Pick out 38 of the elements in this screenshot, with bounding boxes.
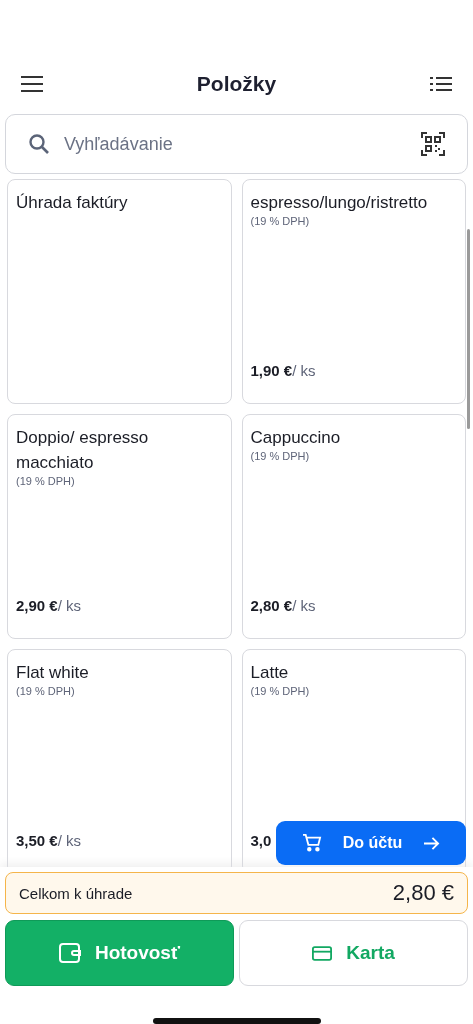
- product-card[interactable]: Cappuccino (19 % DPH) 2,80 €/ ks: [241, 414, 466, 639]
- product-price: 2,80 €: [250, 597, 293, 614]
- cart-icon: [302, 834, 322, 852]
- product-name: Flat white: [16, 662, 90, 684]
- product-name: Doppio/ espresso macchiato: [16, 427, 150, 474]
- vat-note: (19 % DPH): [16, 685, 76, 697]
- product-card[interactable]: Doppio/ espresso macchiato (19 % DPH) 2,90 €/ ks: [7, 414, 232, 639]
- vat-note: (19 % DPH): [16, 475, 76, 487]
- page-title: Položky: [196, 72, 277, 96]
- unit-label: / ks: [292, 362, 316, 379]
- cart-button[interactable]: Do účtu: [276, 821, 466, 865]
- product-price: 2,90 €: [16, 597, 58, 614]
- product-price: 1,90 €: [250, 362, 293, 379]
- vat-note: (19 % DPH): [250, 215, 311, 227]
- menu-icon[interactable]: [21, 76, 43, 92]
- product-name: Latte: [250, 662, 290, 684]
- unit-label: / ks: [292, 597, 316, 614]
- list-view-icon[interactable]: [430, 77, 452, 91]
- vat-note: (19 % DPH): [250, 450, 311, 462]
- product-price: 3,0: [250, 832, 272, 849]
- qr-code-icon[interactable]: [421, 132, 445, 156]
- credit-card-icon: [312, 945, 333, 961]
- product-card[interactable]: Úhrada faktúry: [7, 179, 232, 404]
- product-price: 3,50 €: [16, 832, 58, 849]
- search-field[interactable]: Vyhľadávanie: [5, 114, 468, 174]
- arrow-right-icon: [423, 835, 440, 851]
- total-label: Celkom k úhrade: [19, 884, 133, 902]
- vat-note: (19 % DPH): [250, 685, 311, 697]
- product-name: Úhrada faktúry: [16, 192, 129, 214]
- product-name: espresso/lungo/ristretto: [250, 192, 429, 214]
- product-card[interactable]: espresso/lungo/ristretto (19 % DPH) 1,90 €/ ks: [241, 179, 466, 404]
- wallet-icon: [58, 943, 81, 963]
- unit-label: / ks: [57, 832, 82, 849]
- product-name: Cappuccino: [250, 427, 342, 449]
- unit-label: / ks: [57, 597, 82, 614]
- total-amount: 2,80 €: [392, 880, 454, 906]
- search-input[interactable]: Vyhľadávanie: [62, 132, 409, 156]
- search-icon: [28, 133, 50, 155]
